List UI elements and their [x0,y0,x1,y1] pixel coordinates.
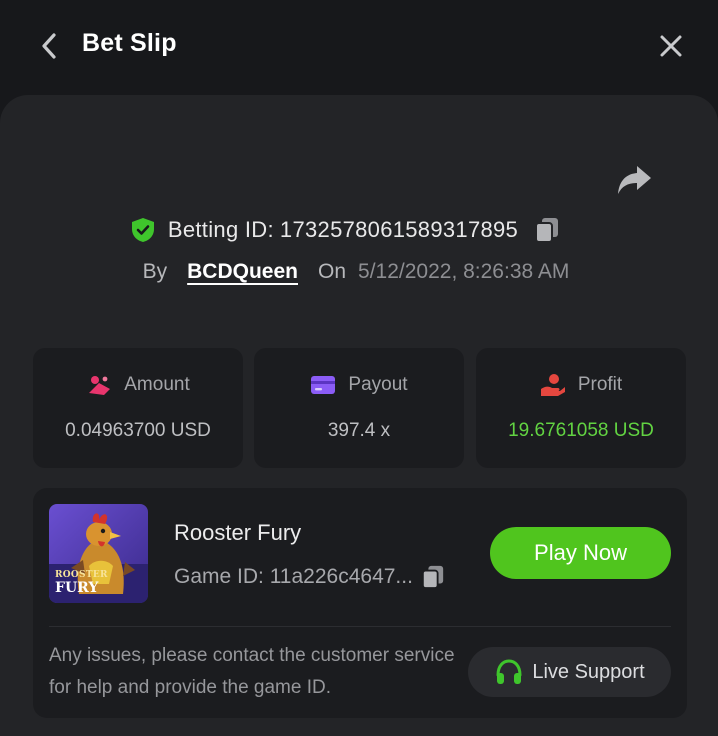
game-id-row: Game ID: 11a226c4647... [174,564,445,590]
payout-value: 397.4 x [327,420,391,441]
share-button[interactable] [616,163,654,197]
amount-label: Amount [124,374,190,395]
bet-datetime: 5/12/2022, 8:26:38 AM [358,260,570,283]
profit-header: Profit [476,372,686,398]
bet-meta-row: By BCDQueen On 5/12/2022, 8:26:38 AM [0,256,718,288]
profit-card: Profit 19.6761058 USD [476,348,686,468]
on-label: On [318,260,347,283]
payout-card: Payout 397.4 x [254,348,464,468]
page-title: Bet Slip [82,29,177,57]
close-button[interactable] [658,33,684,59]
live-support-button[interactable]: Live Support [468,647,671,697]
amount-card: Amount 0.04963700 USD [33,348,243,468]
payout-label: Payout [348,374,408,395]
betting-id-row: Betting ID: 1732578061589317895 [0,212,718,248]
profit-label: Profit [577,374,623,395]
coins-icon [89,376,111,395]
divider [49,626,671,627]
game-name: Rooster Fury [174,520,302,545]
close-icon [660,35,682,57]
betting-id-value: 1732578061589317895 [279,217,519,242]
game-id-text: Game ID: 11a226c4647... [174,565,413,588]
header: Bet Slip [0,0,718,95]
headset-icon [496,659,522,684]
live-support-label: Live Support [532,660,645,683]
card-icon [311,376,336,394]
hand-coin-icon [540,374,565,396]
shield-check-icon [131,218,154,242]
share-icon [618,166,651,194]
thumb-title-line1: ROOSTER [55,570,108,580]
payout-header: Payout [254,372,464,398]
betting-id-label: Betting ID: [167,217,274,242]
amount-header: Amount [33,372,243,398]
play-now-button[interactable]: Play Now [490,527,671,579]
profit-value: 19.6761058 USD [508,420,654,441]
game-card: ROOSTER FURY Rooster Fury Game ID: 11a22… [33,488,687,718]
copy-icon[interactable] [421,564,445,590]
chevron-left-icon [42,33,56,59]
thumb-title-line2: FURY [55,580,99,596]
user-link[interactable]: BCDQueen [187,260,298,284]
support-message: Any issues, please contact the customer … [49,645,455,698]
by-label: By [142,260,168,283]
copy-icon[interactable] [534,216,560,244]
game-thumbnail[interactable]: ROOSTER FURY [49,504,148,603]
amount-value: 0.04963700 USD [65,420,211,441]
back-button[interactable] [38,30,60,62]
